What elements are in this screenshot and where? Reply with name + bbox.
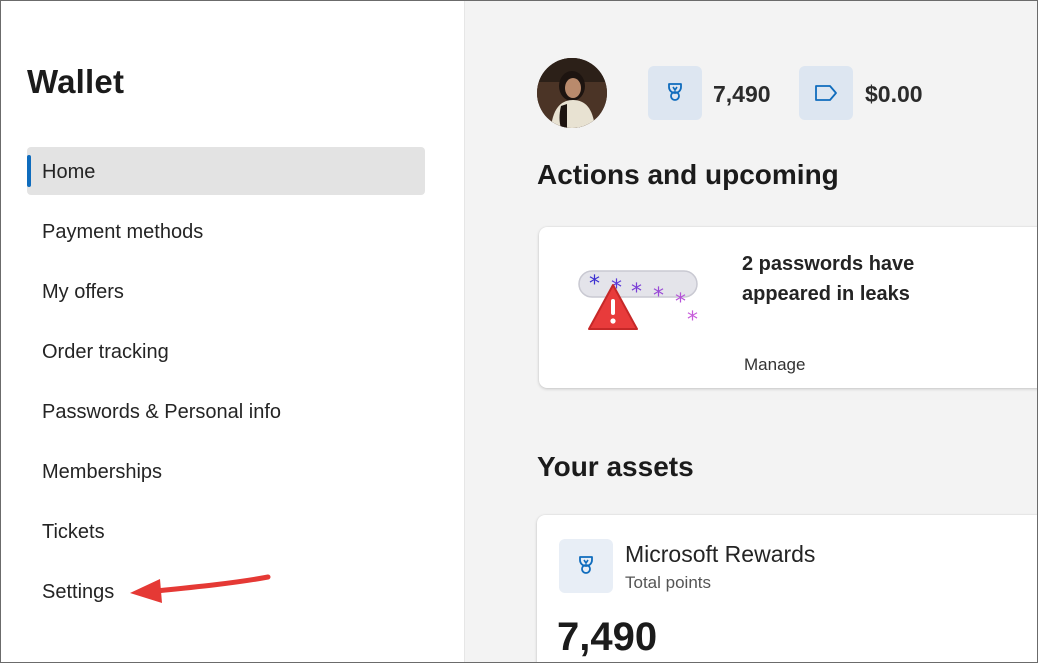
sidebar-item-order-tracking[interactable]: Order tracking	[27, 327, 425, 375]
svg-text:*: *	[687, 308, 698, 333]
annotation-arrow-icon	[130, 574, 271, 603]
rewards-icon-chip	[559, 539, 613, 593]
svg-text:*: *	[653, 284, 664, 309]
sidebar-item-label: Home	[42, 161, 96, 183]
svg-text:*: *	[675, 290, 686, 315]
rewards-title: Microsoft Rewards	[625, 541, 816, 567]
trophy-icon	[579, 556, 593, 574]
app-window: Wallet Home Payment methods My offers Or…	[0, 0, 1038, 663]
svg-text:*: *	[589, 272, 600, 297]
sidebar-item-label: My offers	[42, 281, 124, 303]
svg-text:*: *	[631, 280, 642, 305]
avatar[interactable]	[537, 58, 607, 128]
sidebar-nav: Home Payment methods My offers Order tra…	[27, 147, 425, 627]
sidebar-item-label: Passwords & Personal info	[42, 401, 282, 423]
rewards-card[interactable]: Microsoft Rewards Total points 7,490	[537, 515, 1037, 662]
manage-link[interactable]: Manage	[744, 355, 805, 375]
rewards-subtitle: Total points	[625, 573, 711, 592]
sidebar-item-payment-methods[interactable]: Payment methods	[27, 207, 425, 255]
sidebar-item-my-offers[interactable]: My offers	[27, 267, 425, 315]
password-warning-icon: * * * * * *	[578, 270, 698, 333]
alert-text: 2 passwords have appeared in leaks	[742, 253, 915, 305]
tag-icon	[815, 85, 837, 101]
sidebar-item-label: Payment methods	[42, 221, 204, 243]
cashback-chip[interactable]	[799, 66, 853, 120]
sidebar: Wallet Home Payment methods My offers Or…	[1, 1, 465, 662]
sidebar-item-passwords-personal-info[interactable]: Passwords & Personal info	[27, 387, 425, 435]
cashback-value: $0.00	[865, 81, 923, 107]
sidebar-item-home[interactable]: Home	[27, 147, 425, 195]
sidebar-item-memberships[interactable]: Memberships	[27, 447, 425, 495]
active-indicator	[27, 155, 31, 187]
points-value: 7,490	[713, 81, 771, 107]
rewards-points: 7,490	[557, 615, 658, 659]
sidebar-item-label: Order tracking	[42, 341, 169, 363]
main-content: 7,490 $0.00 Actions and upcoming * * * *…	[465, 1, 1037, 662]
sidebar-item-label: Memberships	[42, 461, 163, 483]
sidebar-item-tickets[interactable]: Tickets	[27, 507, 425, 555]
trophy-icon	[668, 83, 682, 101]
page-title: Wallet	[27, 63, 125, 100]
password-leak-card[interactable]: * * * * * * 2 passwords have appeared in…	[539, 227, 1037, 388]
points-chip[interactable]	[648, 66, 702, 120]
sidebar-item-label: Settings	[42, 581, 115, 603]
section-title-assets: Your assets	[537, 451, 694, 482]
section-title-actions: Actions and upcoming	[537, 159, 839, 190]
sidebar-item-label: Tickets	[42, 521, 105, 543]
